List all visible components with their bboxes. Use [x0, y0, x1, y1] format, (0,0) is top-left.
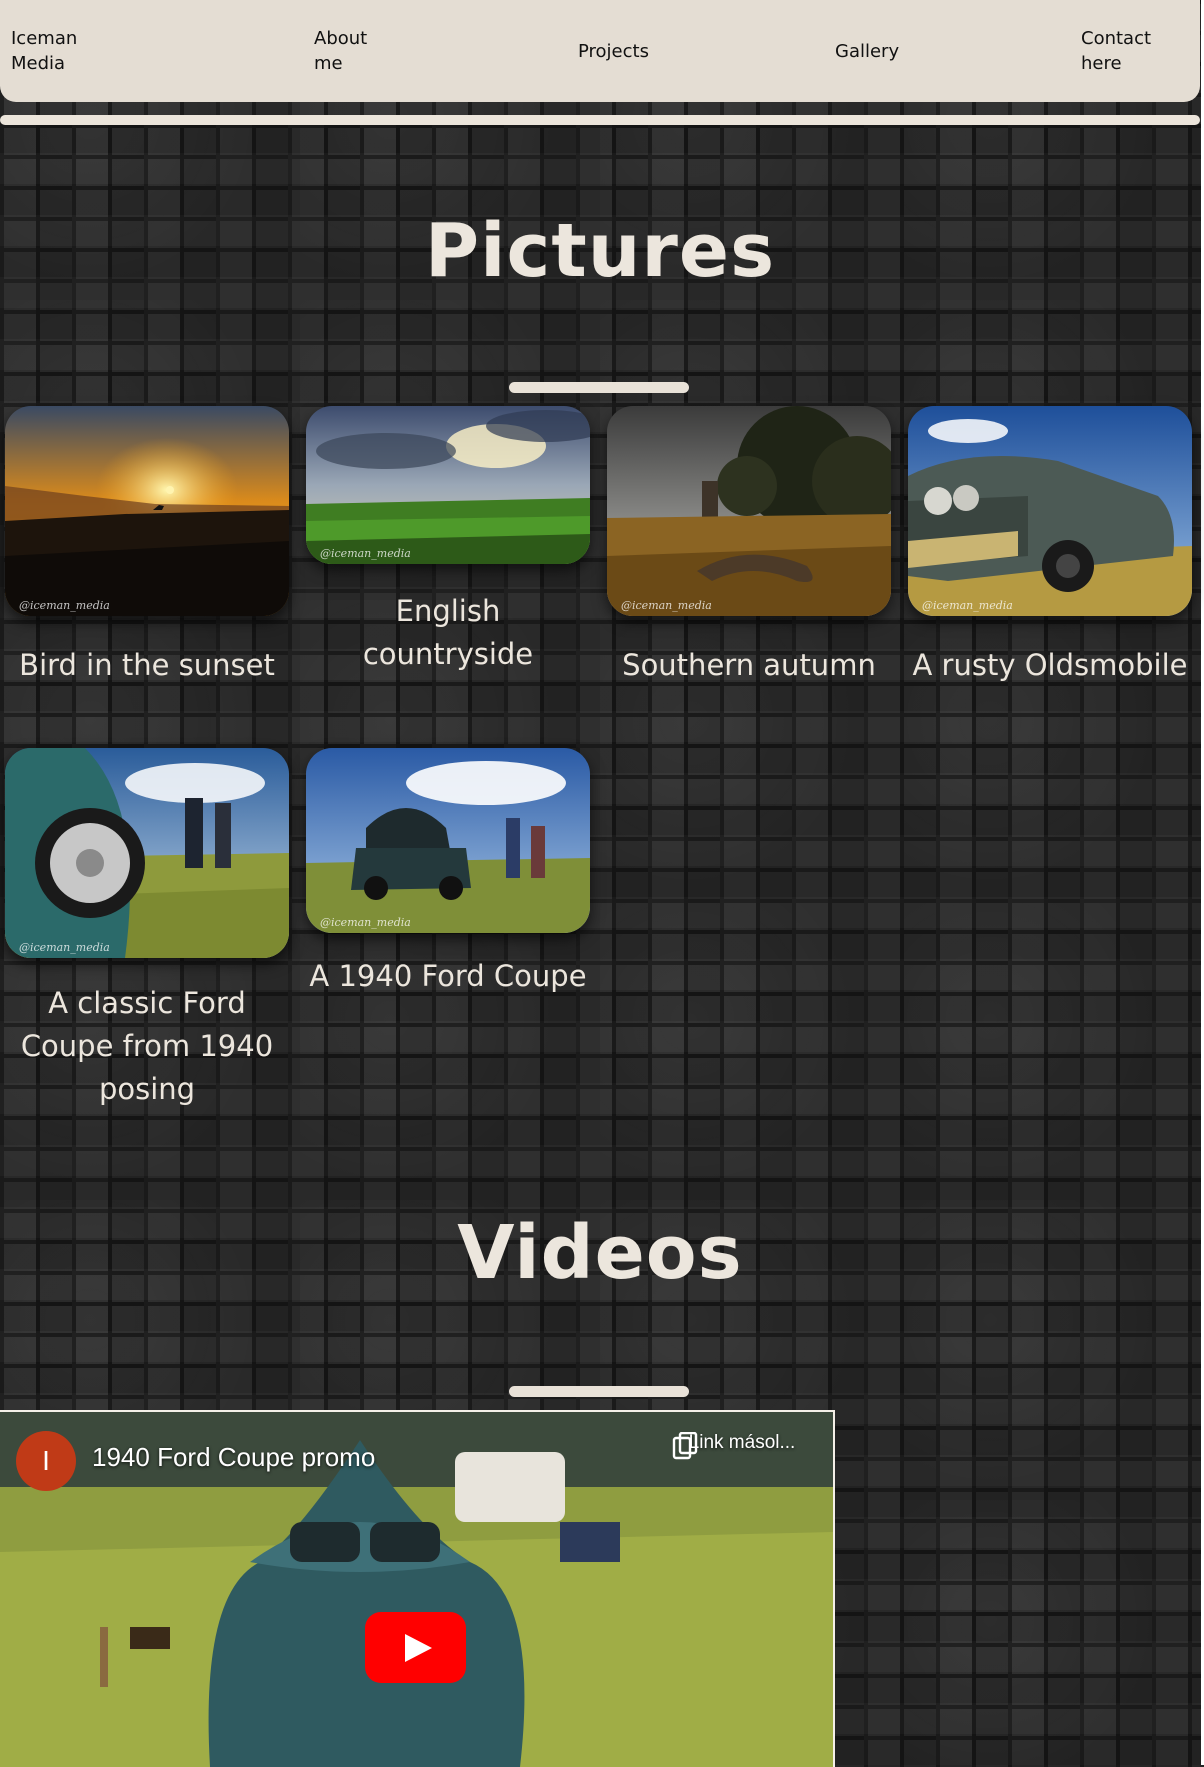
play-button[interactable] — [365, 1612, 466, 1683]
copy-link-label: Link másol... — [688, 1432, 796, 1453]
video-title[interactable]: 1940 Ford Coupe promo — [92, 1442, 375, 1473]
photo-ford-coupe-posing-image — [5, 748, 289, 958]
photo-ford-coupe-posing[interactable]: @iceman_media — [5, 748, 289, 958]
videos-heading: Videos — [457, 1210, 743, 1296]
photo-watermark: @iceman_media — [19, 941, 110, 954]
gallery-card[interactable]: @iceman_media Southern autumn — [607, 406, 891, 687]
photo-1940-ford-coupe[interactable]: @iceman_media — [306, 748, 590, 933]
pictures-heading: Pictures — [424, 208, 776, 294]
gallery-card[interactable]: @iceman_media A rusty Oldsmobile — [908, 406, 1192, 687]
photo-caption: Bird in the sunset — [19, 648, 275, 682]
gallery-card[interactable]: @iceman_media Bird in the sunset — [5, 406, 289, 687]
gallery-card[interactable]: @iceman_media A 1940 Ford Coupe — [306, 748, 590, 998]
video-embed[interactable]: I 1940 Ford Coupe promo Link másol... — [0, 1410, 835, 1767]
photo-watermark: @iceman_media — [621, 599, 712, 612]
photo-1940-ford-coupe-image — [306, 748, 590, 933]
photo-watermark: @iceman_media — [19, 599, 110, 612]
photo-caption: A rusty Oldsmobile — [912, 648, 1188, 682]
photo-watermark: @iceman_media — [320, 547, 411, 560]
copy-icon — [672, 1432, 698, 1460]
gallery-card[interactable]: @iceman_media A classic Ford Coupe from … — [5, 748, 289, 1111]
photo-caption: A classic Ford Coupe from 1940 posing — [20, 986, 274, 1106]
photo-rusty-oldsmobile[interactable]: @iceman_media — [908, 406, 1192, 616]
photo-caption: A 1940 Ford Coupe — [309, 959, 587, 993]
nav-divider — [0, 115, 1200, 125]
channel-avatar[interactable]: I — [16, 1431, 76, 1491]
brand-link[interactable]: Iceman Media — [11, 26, 77, 76]
photo-southern-autumn-image — [607, 406, 891, 616]
photo-rusty-oldsmobile-image — [908, 406, 1192, 616]
copy-link-button[interactable]: Link másol... — [672, 1432, 812, 1460]
photo-caption: English countryside — [362, 594, 534, 671]
nav-gallery-link[interactable]: Gallery — [835, 39, 899, 64]
nav-projects-link[interactable]: Projects — [578, 39, 649, 64]
photo-watermark: @iceman_media — [922, 599, 1013, 612]
pictures-heading-rule — [509, 382, 689, 393]
photo-english-countryside-image — [306, 406, 590, 564]
photo-bird-sunset[interactable]: @iceman_media — [5, 406, 289, 616]
photo-southern-autumn[interactable]: @iceman_media — [607, 406, 891, 616]
photo-english-countryside[interactable]: @iceman_media — [306, 406, 590, 564]
photo-caption: Southern autumn — [622, 648, 876, 682]
videos-heading-rule — [509, 1386, 689, 1397]
photo-bird-sunset-image — [5, 406, 289, 616]
gallery-card[interactable]: @iceman_media English countryside — [306, 406, 590, 676]
nav-contact-link[interactable]: Contact here — [1081, 26, 1151, 76]
photo-watermark: @iceman_media — [320, 916, 411, 929]
top-navigation: Iceman Media About me Projects Gallery C… — [0, 0, 1200, 102]
nav-about-link[interactable]: About me — [314, 26, 367, 76]
